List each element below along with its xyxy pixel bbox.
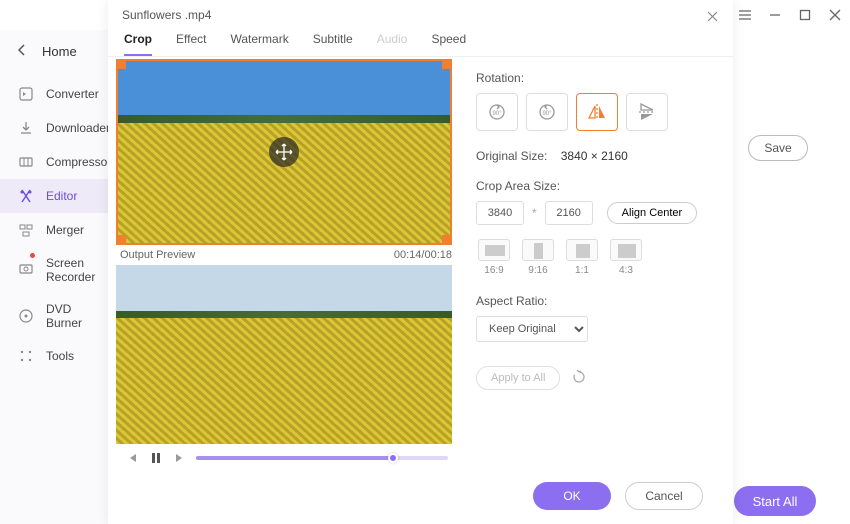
ok-button[interactable]: OK	[533, 482, 611, 510]
apply-to-all-button[interactable]: Apply to All	[476, 366, 560, 390]
home-label: Home	[42, 44, 77, 59]
editor-icon	[18, 188, 34, 204]
compressor-icon	[18, 154, 34, 170]
sidebar-item-label: Converter	[46, 87, 99, 101]
rotate-cw-90-button[interactable]: 90°	[476, 93, 518, 131]
tab-speed[interactable]: Speed	[431, 32, 466, 56]
tab-subtitle[interactable]: Subtitle	[313, 32, 353, 56]
ratio-4-3-button[interactable]: 4:3	[608, 239, 644, 276]
original-size-row: Original Size: 3840 × 2160	[476, 149, 717, 163]
screen-recorder-icon	[18, 262, 34, 278]
output-preview-label: Output Preview	[120, 249, 195, 261]
rotate-ccw-90-button[interactable]: 90°	[526, 93, 568, 131]
sidebar-item-downloader[interactable]: Downloader	[0, 111, 108, 145]
converter-icon	[18, 86, 34, 102]
pause-button[interactable]	[148, 450, 164, 466]
sidebar-item-tools[interactable]: Tools	[0, 339, 108, 373]
sidebar-item-converter[interactable]: Converter	[0, 77, 108, 111]
left-sidebar: Home Converter Downloader Compressor Edi…	[0, 30, 108, 524]
cancel-button[interactable]: Cancel	[625, 482, 703, 510]
flip-horizontal-button[interactable]	[576, 93, 618, 131]
aspect-ratio-select[interactable]: Keep Original	[476, 316, 588, 342]
dialog-tabs: Crop Effect Watermark Subtitle Audio Spe…	[108, 26, 733, 57]
ratio-9-16-button[interactable]: 9:16	[520, 239, 556, 276]
sidebar-item-merger[interactable]: Merger	[0, 213, 108, 247]
crop-area-label: Crop Area Size:	[476, 179, 717, 193]
editor-dialog: Sunflowers .mp4 Crop Effect Watermark Su…	[108, 0, 733, 524]
merger-icon	[18, 222, 34, 238]
save-button[interactable]: Save	[748, 135, 808, 161]
start-all-button[interactable]: Start All	[734, 486, 816, 516]
back-home[interactable]: Home	[0, 36, 108, 67]
maximize-icon[interactable]	[798, 8, 812, 22]
svg-text:90°: 90°	[492, 111, 502, 117]
align-center-button[interactable]: Align Center	[607, 202, 698, 224]
tools-icon	[18, 348, 34, 364]
minimize-icon[interactable]	[768, 8, 782, 22]
tab-crop[interactable]: Crop	[124, 32, 152, 56]
player-controls	[116, 444, 456, 472]
preview-column: Output Preview 00:14/00:18	[116, 57, 456, 472]
sidebar-item-compressor[interactable]: Compressor	[0, 145, 108, 179]
sidebar-item-label: DVD Burner	[46, 302, 90, 330]
aspect-ratio-label: Aspect Ratio:	[476, 294, 717, 308]
sidebar-item-label: Compressor	[46, 155, 111, 169]
output-preview	[116, 265, 452, 445]
rotation-label: Rotation:	[476, 71, 717, 85]
ratio-1-1-button[interactable]: 1:1	[564, 239, 600, 276]
reset-icon[interactable]	[572, 370, 588, 386]
ratio-16-9-button[interactable]: 16:9	[476, 239, 512, 276]
close-icon[interactable]	[828, 8, 842, 22]
sidebar-item-dvd-burner[interactable]: DVD Burner	[0, 293, 108, 339]
menu-icon[interactable]	[738, 8, 752, 22]
sidebar-item-screen-recorder[interactable]: Screen Recorder	[0, 247, 108, 293]
time-display: 00:14/00:18	[394, 249, 452, 261]
multiply-icon: *	[532, 206, 537, 220]
original-size-label: Original Size:	[476, 149, 547, 163]
dialog-header: Sunflowers .mp4	[108, 0, 733, 26]
sidebar-item-label: Editor	[46, 189, 77, 203]
notification-dot-icon	[30, 253, 35, 258]
crop-width-input[interactable]	[476, 201, 524, 225]
dialog-close-icon[interactable]	[707, 9, 719, 21]
seek-slider[interactable]	[196, 456, 448, 460]
crop-height-input[interactable]	[545, 201, 593, 225]
tab-audio: Audio	[377, 32, 408, 56]
preview-meta: Output Preview 00:14/00:18	[116, 245, 456, 265]
original-size-value: 3840 × 2160	[561, 149, 628, 163]
sidebar-item-label: Downloader	[46, 121, 110, 135]
settings-column: Rotation: 90° 90° Original Size: 3840 × …	[456, 57, 733, 472]
flip-vertical-button[interactable]	[626, 93, 668, 131]
dialog-title: Sunflowers .mp4	[122, 8, 211, 22]
crop-move-handle[interactable]	[269, 137, 299, 167]
sidebar-item-label: Merger	[46, 223, 84, 237]
sidebar-item-editor[interactable]: Editor	[0, 179, 108, 213]
prev-frame-button[interactable]	[124, 450, 140, 466]
chevron-left-icon	[18, 44, 26, 59]
crop-preview[interactable]	[116, 59, 452, 245]
svg-text:90°: 90°	[542, 111, 552, 117]
sidebar-item-label: Tools	[46, 349, 74, 363]
tab-watermark[interactable]: Watermark	[230, 32, 288, 56]
dvd-burner-icon	[18, 308, 34, 324]
dialog-footer: OK Cancel	[108, 472, 733, 524]
tab-effect[interactable]: Effect	[176, 32, 206, 56]
downloader-icon	[18, 120, 34, 136]
next-frame-button[interactable]	[172, 450, 188, 466]
sidebar-item-label: Screen Recorder	[46, 256, 95, 284]
nav-list: Converter Downloader Compressor Editor M…	[0, 77, 108, 373]
